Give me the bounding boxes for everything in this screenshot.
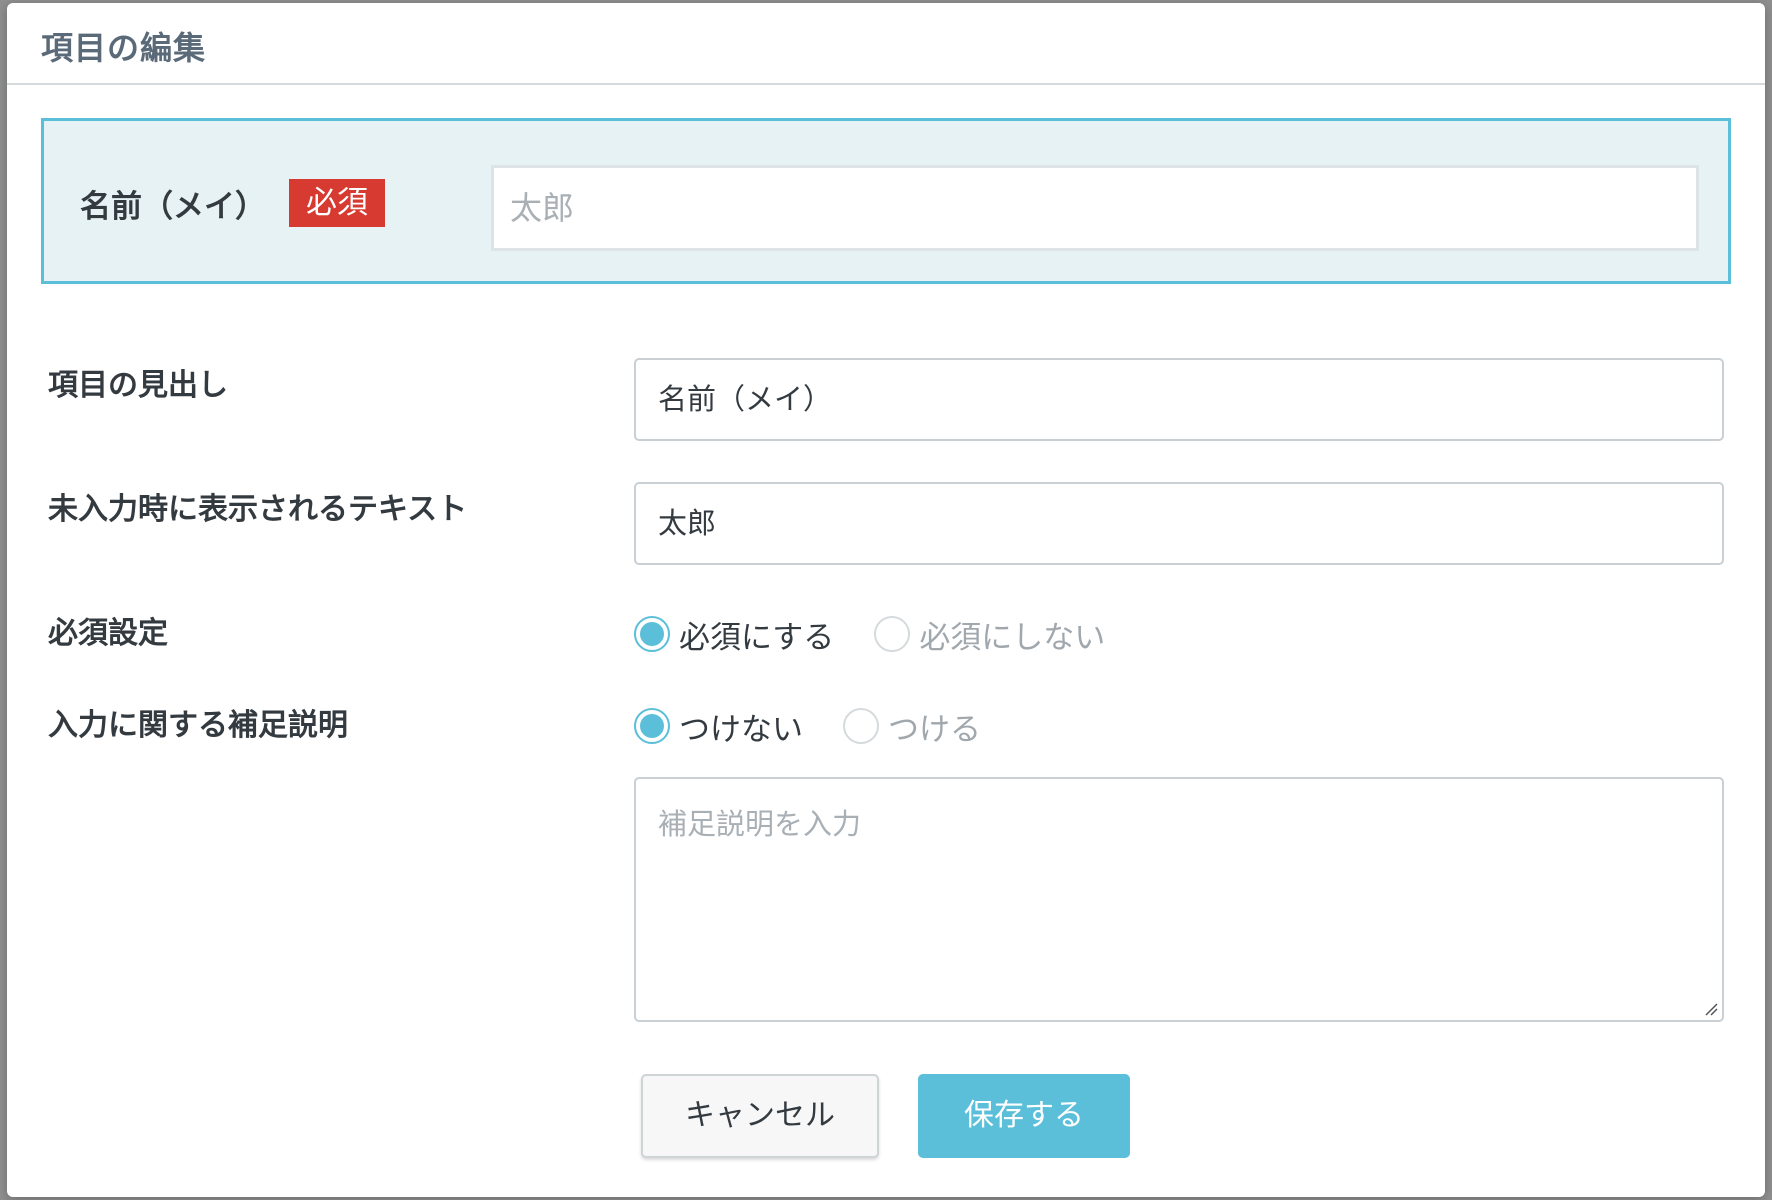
dialog-title: 項目の編集 xyxy=(41,29,207,67)
required-radio-group: 必須にする 必須にしない xyxy=(634,612,1145,656)
heading-input[interactable]: 名前（メイ） xyxy=(634,358,1724,441)
radio-checked-icon[interactable] xyxy=(634,708,670,744)
field-preview: 名前（メイ） 必須 太郎 xyxy=(41,118,1731,284)
radio-required-yes-label: 必須にする xyxy=(679,619,835,656)
dialog-header: 項目の編集 xyxy=(7,3,1765,85)
required-setting-label: 必須設定 xyxy=(48,616,168,651)
placeholder-input[interactable]: 太郎 xyxy=(634,482,1724,565)
resize-grip-icon[interactable] xyxy=(1704,1002,1718,1016)
radio-note-off-label: つけない xyxy=(679,711,803,748)
radio-note-off[interactable]: つけない xyxy=(634,704,803,749)
radio-unchecked-icon[interactable] xyxy=(874,616,911,652)
radio-note-on[interactable]: つける xyxy=(843,704,981,749)
note-label: 入力に関する補足説明 xyxy=(48,708,348,743)
radio-required-no[interactable]: 必須にしない xyxy=(874,612,1105,657)
placeholder-label: 未入力時に表示されるテキスト xyxy=(48,492,468,527)
radio-note-on-label: つける xyxy=(888,711,981,748)
preview-label: 名前（メイ） xyxy=(80,189,266,225)
edit-item-dialog: 項目の編集 名前（メイ） 必須 太郎 項目の見出し 名前（メイ） 未入力時に表示… xyxy=(7,3,1765,1197)
note-textarea[interactable]: 補足説明を入力 xyxy=(634,777,1724,1022)
cancel-button[interactable]: キャンセル xyxy=(641,1074,879,1158)
note-radio-group: つけない つける xyxy=(634,704,1021,748)
radio-required-no-label: 必須にしない xyxy=(919,619,1106,656)
radio-unchecked-icon[interactable] xyxy=(843,708,879,744)
note-placeholder: 補足説明を入力 xyxy=(658,807,862,841)
radio-required-yes[interactable]: 必須にする xyxy=(634,612,834,657)
heading-label: 項目の見出し xyxy=(48,368,228,403)
radio-checked-icon[interactable] xyxy=(634,616,670,652)
preview-input[interactable]: 太郎 xyxy=(491,165,1699,251)
save-button[interactable]: 保存する xyxy=(918,1074,1130,1158)
required-badge: 必須 xyxy=(289,179,385,227)
